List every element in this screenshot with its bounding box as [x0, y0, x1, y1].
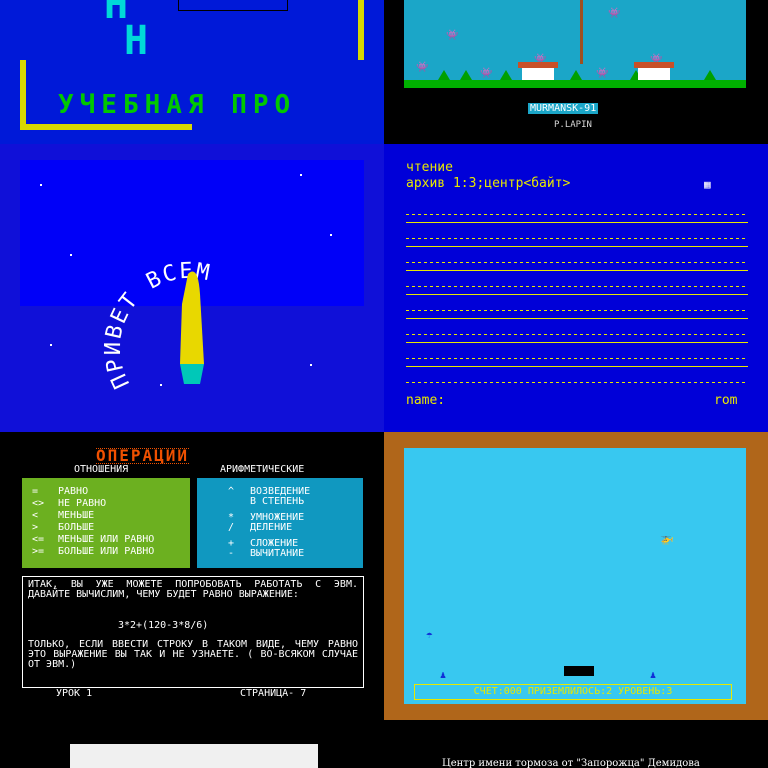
- archive-mode: чтение: [406, 160, 453, 175]
- logo-letter: Н: [124, 18, 149, 64]
- star: [40, 184, 42, 186]
- alien-icon: 👾: [416, 62, 429, 73]
- relation-text: РАВНО: [58, 486, 89, 497]
- alien-icon: 👾: [480, 68, 493, 79]
- relation-op: <>: [32, 498, 45, 509]
- tree-icon: [460, 70, 472, 80]
- text-line: [406, 310, 748, 311]
- arith-text: В СТЕПЕНЬ: [250, 496, 305, 507]
- parachute-icon: ☂: [426, 628, 433, 641]
- greeting-panel: ПРИВЕТ ВСЕМ: [0, 144, 384, 432]
- text-line: [406, 382, 748, 383]
- lesson-expression: 3*2+(120-3*8/6): [118, 620, 209, 631]
- archive-panel: чтение архив 1:3;центр<байт> ▦ name: rom: [384, 144, 768, 432]
- game-sky: 🚁 ☂ ♟ ♟: [404, 448, 746, 704]
- caption-text: Центр имени тормоза от "Запорожца" Демид…: [442, 758, 700, 768]
- relation-op: =: [32, 486, 39, 497]
- lesson-panel: ОПЕРАЦИИ ОТНОШЕНИЯ АРИФМЕТИЧЕСКИЕ = РАВН…: [0, 432, 384, 720]
- arith-op: /: [228, 522, 235, 533]
- text-line: [406, 246, 748, 247]
- text-line: [406, 318, 748, 319]
- sketch-panel: [0, 720, 384, 768]
- greeting-arc: ПРИВЕТ ВСЕМ: [101, 259, 211, 393]
- relation-text: БОЛЬШЕ ИЛИ РАВНО: [58, 546, 155, 557]
- alien-icon: 👾: [596, 68, 609, 79]
- relation-op: >=: [32, 546, 45, 557]
- author-label: P.LAPIN: [554, 120, 592, 130]
- game-caption: MURMANSK-91: [528, 103, 599, 114]
- text-line: [406, 358, 748, 359]
- sketch-image: [70, 744, 318, 768]
- figure-shape: [180, 271, 204, 364]
- text-line: [406, 342, 748, 343]
- lesson-number: УРОК 1: [56, 688, 93, 699]
- relation-text: НЕ РАВНО: [58, 498, 107, 509]
- relation-text: БОЛЬШЕ: [58, 522, 95, 533]
- text-line: [406, 286, 748, 287]
- game-sky: 👾 👾 👾 👾 👾 👾 👾: [404, 0, 746, 88]
- tank-icon: [564, 666, 594, 676]
- game-status-bar: СЧЕТ:000 ПРИЗЕМЛИЛОСЬ:2 УРОВЕНЬ:3: [414, 684, 732, 700]
- relation-op: >: [32, 522, 39, 533]
- tree-icon: [500, 70, 512, 80]
- star: [310, 364, 312, 366]
- star: [300, 174, 302, 176]
- arith-op: -: [228, 548, 235, 559]
- text-line: [406, 334, 748, 335]
- text-line: [406, 366, 748, 367]
- house-icon: [518, 62, 558, 80]
- page-number: СТРАНИЦА- 7: [240, 688, 307, 699]
- tree-icon: [438, 70, 450, 80]
- arith-op: ^: [228, 486, 235, 497]
- alien-icon: 👾: [608, 8, 621, 19]
- relation-text: МЕНЬШЕ: [58, 510, 95, 521]
- ground: [404, 80, 746, 88]
- house-icon: [634, 62, 674, 80]
- title-text: УЧЕБНАЯ ПРО: [58, 90, 297, 120]
- name-label: name:: [406, 393, 446, 408]
- game-panel-murmansk: 👾 👾 👾 👾 👾 👾 👾 MURMANSK-91 P.LAPIN: [384, 0, 768, 144]
- star: [70, 254, 72, 256]
- tree-icon: [570, 70, 582, 80]
- disk-icon: ▦: [704, 178, 711, 191]
- text-line: [406, 294, 748, 295]
- lesson-paragraph: ТОЛЬКО, ЕСЛИ ВВЕСТИ СТРОКУ В ТАКОМ ВИДЕ,…: [28, 639, 358, 670]
- top-box: [178, 0, 288, 11]
- alien-icon: 👾: [446, 30, 459, 41]
- text-line: [406, 222, 748, 223]
- text-line: [406, 270, 748, 271]
- text-line: [406, 214, 748, 215]
- reflection-shape: [180, 364, 204, 384]
- relation-op: <: [32, 510, 39, 521]
- device-label: rom: [714, 393, 738, 408]
- arith-header: АРИФМЕТИЧЕСКИЕ: [220, 464, 305, 475]
- game-panel-paratrooper: 🚁 ☂ ♟ ♟ СЧЕТ:000 ПРИЗЕМЛИЛОСЬ:2 УРОВЕНЬ:…: [384, 432, 768, 720]
- text-line: [406, 262, 748, 263]
- title-screen-panel: Н Н УЧЕБНАЯ ПРО: [0, 0, 384, 144]
- lesson-header: ОПЕРАЦИИ: [96, 446, 190, 465]
- relation-op: <=: [32, 534, 45, 545]
- tree-icon: [704, 70, 716, 80]
- caption-panel: Центр имени тормоза от "Запорожца" Демид…: [384, 720, 768, 768]
- star: [50, 344, 52, 346]
- text-line: [406, 238, 748, 239]
- soldier-icon: ♟: [650, 670, 657, 681]
- arith-text: ВЫЧИТАНИЕ: [250, 548, 305, 559]
- helicopter-icon: 🚁: [660, 532, 674, 545]
- relation-text: МЕНЬШЕ ИЛИ РАВНО: [58, 534, 155, 545]
- arith-text: ДЕЛЕНИЕ: [250, 522, 293, 533]
- relations-header: ОТНОШЕНИЯ: [74, 464, 129, 475]
- star: [330, 234, 332, 236]
- lesson-paragraph: ИТАК, ВЫ УЖЕ МОЖЕТЕ ПОПРОБОВАТЬ РАБОТАТЬ…: [28, 579, 358, 600]
- pole: [580, 0, 583, 64]
- soldier-icon: ♟: [440, 670, 447, 681]
- archive-info: архив 1:3;центр<байт>: [406, 176, 571, 191]
